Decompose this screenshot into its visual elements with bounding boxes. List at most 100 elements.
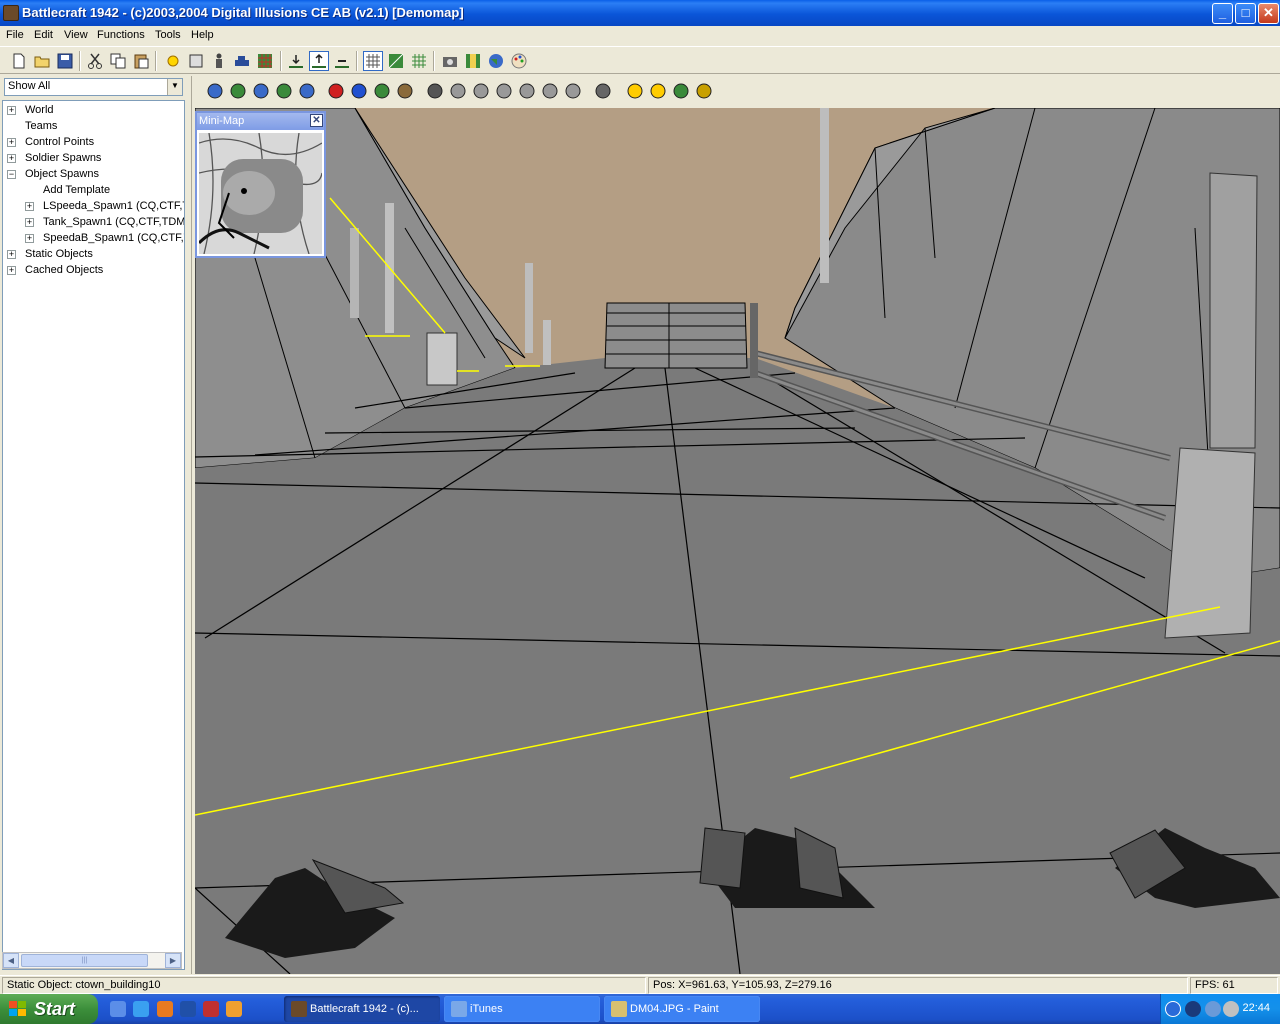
new-icon[interactable] (10, 52, 28, 70)
soldier-icon[interactable] (210, 52, 228, 70)
walk-icon[interactable] (298, 82, 316, 100)
terrain-raise-icon[interactable] (309, 51, 329, 71)
minimize-button[interactable]: _ (1212, 3, 1233, 24)
tree-expander-icon[interactable]: + (25, 202, 34, 211)
lock-green-icon[interactable] (672, 82, 690, 100)
cut-icon[interactable] (86, 52, 104, 70)
taskbar: Start Battlecraft 1942 - (c)... iTunes D… (0, 994, 1280, 1024)
lock-all-icon[interactable] (649, 82, 667, 100)
quicklaunch-firefox-icon[interactable] (157, 1001, 173, 1017)
menu-view[interactable]: View (64, 29, 88, 41)
pan-icon[interactable] (229, 82, 247, 100)
filter-dropdown[interactable]: Show All ▼ (4, 78, 183, 96)
scroll-thumb[interactable]: ||| (21, 954, 148, 967)
status-object: Static Object: ctown_building10 (2, 977, 646, 994)
scroll-left-icon[interactable]: ◀ (3, 953, 19, 968)
move-vertical-icon[interactable] (472, 82, 490, 100)
minimap-canvas[interactable] (199, 133, 322, 254)
palette-icon[interactable] (510, 52, 528, 70)
taskbar-clock[interactable]: 22:44 (1242, 1002, 1270, 1014)
vehicle-icon[interactable] (233, 52, 251, 70)
home-icon[interactable] (206, 82, 224, 100)
scene-render[interactable] (195, 108, 1280, 974)
tree-expander-icon[interactable]: + (25, 218, 34, 227)
grid-overlay-icon[interactable] (410, 52, 428, 70)
save-icon[interactable] (56, 52, 74, 70)
minimap-window[interactable]: Mini-Map ✕ (195, 111, 326, 258)
terrain-lower-icon[interactable] (287, 52, 305, 70)
move-icon[interactable] (449, 82, 467, 100)
tree-icon[interactable] (373, 82, 391, 100)
minimap-title[interactable]: Mini-Map (197, 113, 324, 130)
app-icon[interactable] (3, 5, 19, 21)
toolbar-separator (155, 51, 157, 71)
task-itunes[interactable]: iTunes (444, 996, 600, 1022)
status-bar: Static Object: ctown_building10 Pos: X=9… (0, 975, 1280, 994)
menu-edit[interactable]: Edit (34, 29, 53, 41)
task-battlecraft[interactable]: Battlecraft 1942 - (c)... (284, 996, 440, 1022)
grid-icon[interactable] (256, 52, 274, 70)
lock-icon[interactable] (626, 82, 644, 100)
lock-yellow-icon[interactable] (695, 82, 713, 100)
3d-viewport[interactable] (195, 108, 1280, 974)
copy-icon[interactable] (109, 52, 127, 70)
close-button[interactable]: ✕ (1258, 3, 1279, 24)
start-button[interactable]: Start (0, 994, 98, 1024)
tree-expander-icon[interactable]: + (7, 250, 16, 259)
select-arrow-icon[interactable] (426, 82, 444, 100)
quicklaunch-app-icon[interactable] (203, 1001, 219, 1017)
fly-icon[interactable] (275, 82, 293, 100)
quicklaunch-desktop-icon[interactable] (110, 1001, 126, 1017)
texture-icon[interactable] (387, 52, 405, 70)
maximize-button[interactable]: □ (1235, 3, 1256, 24)
main-toolbar (0, 46, 1280, 74)
menu-tools[interactable]: Tools (155, 29, 181, 41)
terrain-flatten-icon[interactable] (333, 52, 351, 70)
minimap-close-icon[interactable]: ✕ (310, 114, 323, 127)
map-icon[interactable] (464, 52, 482, 70)
tree-expander-icon[interactable]: + (25, 234, 34, 243)
red-cube-icon[interactable] (327, 82, 345, 100)
menu-help[interactable]: Help (191, 29, 214, 41)
quicklaunch-misc-icon[interactable] (226, 1001, 242, 1017)
paste-icon[interactable] (132, 52, 150, 70)
objects-icon[interactable] (396, 82, 414, 100)
open-icon[interactable] (33, 52, 51, 70)
menu-functions[interactable]: Functions (97, 29, 145, 41)
scroll-right-icon[interactable]: ▶ (165, 953, 181, 968)
tree-expander-icon[interactable]: + (7, 138, 16, 147)
chevron-down-icon[interactable]: ▼ (167, 79, 182, 95)
windows-logo-icon (9, 1001, 26, 1016)
tree-node-label: Add Template (43, 184, 111, 196)
globe-icon[interactable] (487, 52, 505, 70)
scene-tree[interactable]: + World Teams + Control Points + Soldier Spawn… (2, 100, 185, 970)
tray-network-icon[interactable] (1185, 1001, 1201, 1017)
tray-volume-icon[interactable] (1223, 1001, 1239, 1017)
wireframe-icon[interactable] (363, 51, 383, 71)
rotate-icon[interactable] (495, 82, 513, 100)
tray-expand-icon[interactable] (1165, 1001, 1181, 1017)
quicklaunch-ie-icon[interactable] (133, 1001, 149, 1017)
battlecraft-task-icon (291, 1001, 307, 1017)
blue-cube-icon[interactable] (350, 82, 368, 100)
tree-expander-icon[interactable]: + (7, 266, 16, 275)
tree-node-label: Static Objects (25, 248, 93, 260)
orbit-icon[interactable] (252, 82, 270, 100)
application-window: Battlecraft 1942 - (c)2003,2004 Digital … (0, 0, 1280, 994)
quicklaunch-word-icon[interactable] (180, 1001, 196, 1017)
tree-expander-icon[interactable]: + (7, 154, 16, 163)
rotate-x-icon[interactable] (518, 82, 536, 100)
scale-icon[interactable] (564, 82, 582, 100)
frame-icon[interactable] (187, 52, 205, 70)
task-paint[interactable]: DM04.JPG - Paint (604, 996, 760, 1022)
rotate-y-icon[interactable] (541, 82, 559, 100)
horizontal-scrollbar[interactable]: ◀ ||| ▶ (2, 952, 182, 969)
menu-file[interactable]: File (6, 29, 24, 41)
tree-expander-icon[interactable]: − (7, 170, 16, 179)
light-icon[interactable] (164, 52, 182, 70)
tree-expander-icon[interactable]: + (7, 106, 16, 115)
title-bar[interactable]: Battlecraft 1942 - (c)2003,2004 Digital … (0, 0, 1280, 26)
tray-ime-icon[interactable] (1205, 1001, 1221, 1017)
camera-icon[interactable] (441, 52, 459, 70)
snap-icon[interactable] (594, 82, 612, 100)
